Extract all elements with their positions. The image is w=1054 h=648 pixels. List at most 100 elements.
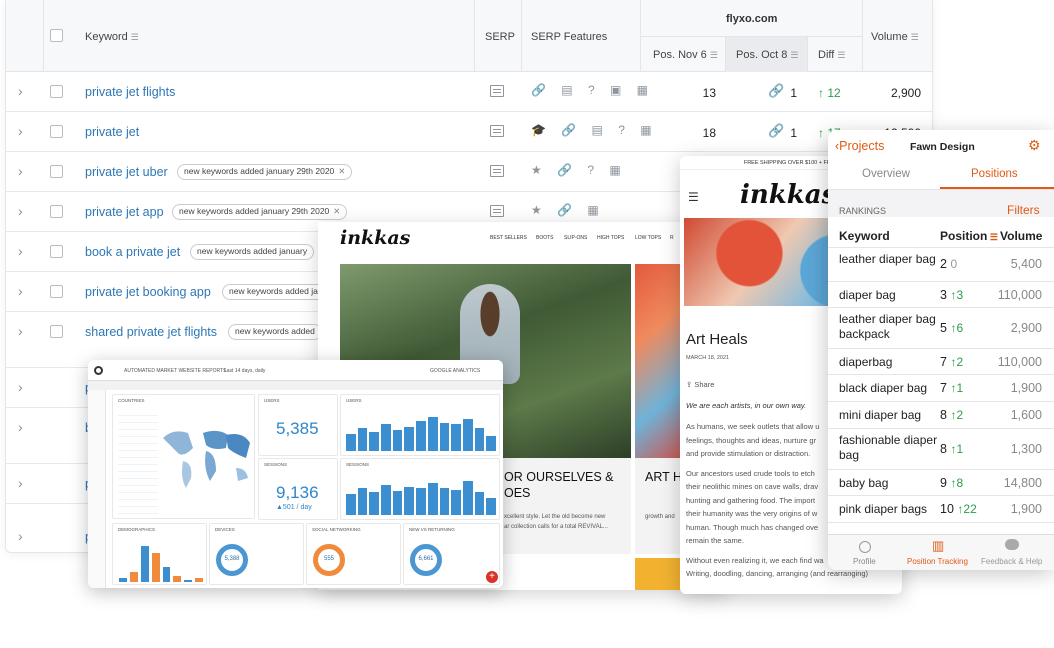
select-all-checkbox[interactable] bbox=[50, 29, 63, 42]
filters-button[interactable]: Filters bbox=[1007, 203, 1040, 217]
keyword-tag[interactable]: new keywords added ja bbox=[222, 284, 325, 300]
keyword-tag[interactable]: new keywords added january 29th 2020 ✕ bbox=[172, 204, 348, 220]
bar bbox=[119, 577, 127, 582]
share-button[interactable]: ⇪ Share bbox=[686, 380, 714, 389]
back-button[interactable]: ‹Projects bbox=[835, 139, 884, 153]
row-checkbox[interactable] bbox=[50, 85, 63, 98]
gear-icon[interactable]: ⚙ bbox=[1028, 137, 1041, 154]
serp-features-icons: ★ 🔗 ▦ bbox=[531, 203, 605, 217]
ranking-volume: 1,900 bbox=[1010, 502, 1042, 516]
keyword-header[interactable]: Keyword ☰ bbox=[85, 31, 139, 43]
tab-position-tracking[interactable]: Position Tracking bbox=[907, 557, 968, 566]
ranking-row[interactable]: leather diaper bag backpack 5 ↑6 2,900 bbox=[828, 308, 1054, 349]
keyword-link[interactable]: private jet flights bbox=[85, 85, 175, 99]
ranking-row[interactable]: pink diaper bags 10 ↑22 1,900 bbox=[828, 496, 1054, 523]
ranking-row[interactable]: baby bag 9 ↑8 14,800 bbox=[828, 470, 1054, 496]
keyword-link[interactable]: private jet app bbox=[85, 205, 164, 219]
close-icon[interactable]: ✕ bbox=[338, 166, 345, 176]
nav-best-sellers[interactable]: BEST SELLERS bbox=[490, 235, 527, 241]
nav-low-tops[interactable]: LOW TOPS bbox=[635, 235, 661, 241]
bar bbox=[404, 427, 415, 451]
ranking-change: ↑6 bbox=[950, 321, 964, 335]
serp-header: SERP bbox=[485, 31, 515, 43]
chevron-right-icon[interactable]: › bbox=[18, 203, 23, 219]
nav-slip-ons[interactable]: SLIP-ONS bbox=[564, 235, 587, 241]
serp-features-icons: 🎓 🔗 ▤ ? ▦ bbox=[531, 123, 658, 137]
chevron-right-icon[interactable]: › bbox=[18, 283, 23, 299]
keyword-tag[interactable]: new keywords added january bbox=[190, 244, 315, 260]
serp-icon[interactable] bbox=[490, 165, 504, 177]
add-icon[interactable]: + bbox=[486, 571, 498, 583]
keyword-link[interactable]: private jet bbox=[85, 125, 139, 139]
chevron-right-icon[interactable]: › bbox=[18, 323, 23, 339]
keyword-column-header[interactable]: Keyword bbox=[839, 229, 890, 243]
ranking-row[interactable]: fashionable diaper bag 8 ↑1 1,300 bbox=[828, 429, 1054, 470]
demographics-card: DEMOGRAPHICS bbox=[112, 523, 207, 585]
keyword-link[interactable]: book a private jet bbox=[85, 245, 180, 259]
bar bbox=[346, 433, 356, 451]
nav-high-tops[interactable]: HIGH TOPS bbox=[597, 235, 624, 241]
devices-donut: 5,388 bbox=[216, 544, 248, 576]
article-body-2: ar collection calls for a total REVIVAL.… bbox=[504, 524, 608, 530]
serp-icon[interactable] bbox=[490, 85, 504, 97]
close-icon[interactable]: ✕ bbox=[333, 206, 340, 216]
dashboard-sidebar[interactable] bbox=[88, 390, 106, 588]
new-returning-card: NEW VS RETURNING 6,661 + bbox=[403, 523, 500, 585]
row-checkbox[interactable] bbox=[50, 205, 63, 218]
keyword-link[interactable]: shared private jet flights bbox=[85, 325, 217, 339]
serp-icon[interactable] bbox=[490, 205, 504, 217]
ranking-row[interactable]: black diaper bag 7 ↑1 1,900 bbox=[828, 375, 1054, 402]
serp-features-icons: 🔗 ▤ ? ▣ ▦ bbox=[531, 83, 654, 97]
table-row[interactable]: › private jet flights 🔗 ▤ ? ▣ ▦ 13 🔗 1 ↑… bbox=[6, 72, 932, 112]
tab-profile[interactable]: Profile bbox=[853, 557, 876, 566]
pos-oct-header[interactable]: Pos. Oct 8 ☰ bbox=[736, 49, 798, 61]
volume-column-header[interactable]: Volume bbox=[1000, 229, 1042, 243]
bar bbox=[474, 428, 485, 451]
ranking-keyword: pink diaper bags bbox=[839, 502, 928, 516]
ranking-position: 2 0 bbox=[940, 257, 958, 271]
nav-more[interactable]: R bbox=[670, 235, 674, 241]
pos-nov-header[interactable]: Pos. Nov 6 ☰ bbox=[653, 49, 718, 61]
menu-icon[interactable]: ☰ bbox=[688, 190, 699, 204]
row-checkbox[interactable] bbox=[50, 325, 63, 338]
keyword-tag[interactable]: new keywords added bbox=[228, 324, 322, 340]
date-range[interactable]: Last 14 days, daily bbox=[224, 368, 265, 374]
nav-boots[interactable]: BOOTS bbox=[536, 235, 554, 241]
position-column-header[interactable]: Position ☰ bbox=[940, 229, 998, 243]
source-select[interactable]: GOOGLE ANALYTICS bbox=[430, 368, 480, 374]
chevron-right-icon[interactable]: › bbox=[18, 243, 23, 259]
tab-feedback-help[interactable]: Feedback & Help bbox=[981, 557, 1042, 566]
volume-header[interactable]: Volume ☰ bbox=[871, 31, 919, 43]
dashboard-tabs[interactable] bbox=[88, 381, 503, 390]
table-row[interactable]: › private jet 🎓 🔗 ▤ ? ▦ 18 🔗 1 ↑ 17 12,5… bbox=[6, 112, 932, 152]
ranking-row[interactable]: mini diaper bag 8 ↑2 1,600 bbox=[828, 402, 1054, 429]
row-checkbox[interactable] bbox=[50, 285, 63, 298]
ranking-row[interactable]: leather diaper bag 2 0 5,400 bbox=[828, 248, 1054, 282]
dashboard-title[interactable]: AUTOMATED MARKET WEBSITE REPORTS bbox=[124, 368, 226, 374]
keyword-link[interactable]: private jet uber bbox=[85, 165, 168, 179]
ranking-volume: 110,000 bbox=[997, 288, 1042, 302]
chevron-right-icon[interactable]: › bbox=[18, 419, 23, 435]
keyword-link[interactable]: private jet booking app bbox=[85, 285, 211, 299]
row-checkbox[interactable] bbox=[50, 165, 63, 178]
chevron-right-icon[interactable]: › bbox=[18, 379, 23, 395]
tab-positions[interactable]: Positions bbox=[971, 168, 1018, 180]
chevron-right-icon[interactable]: › bbox=[18, 83, 23, 99]
article-body-1: xcellent style. Let the old become new bbox=[504, 514, 606, 520]
ranking-row[interactable]: diaperbag 7 ↑2 110,000 bbox=[828, 349, 1054, 375]
sessions-bar-chart bbox=[346, 477, 496, 515]
chevron-right-icon[interactable]: › bbox=[18, 528, 23, 544]
keyword-tag[interactable]: new keywords added january 29th 2020 ✕ bbox=[177, 164, 353, 180]
chevron-right-icon[interactable]: › bbox=[18, 163, 23, 179]
serp-icon[interactable] bbox=[490, 125, 504, 137]
chevron-right-icon[interactable]: › bbox=[18, 123, 23, 139]
row-checkbox[interactable] bbox=[50, 245, 63, 258]
chevron-right-icon[interactable]: › bbox=[18, 475, 23, 491]
ranking-row[interactable]: diaper bag 3 ↑3 110,000 bbox=[828, 282, 1054, 308]
bar bbox=[195, 577, 203, 582]
bar bbox=[462, 418, 473, 451]
diff-header[interactable]: Diff ☰ bbox=[818, 49, 845, 61]
project-title: Fawn Design bbox=[910, 141, 975, 153]
row-checkbox[interactable] bbox=[50, 125, 63, 138]
tab-overview[interactable]: Overview bbox=[862, 168, 910, 180]
